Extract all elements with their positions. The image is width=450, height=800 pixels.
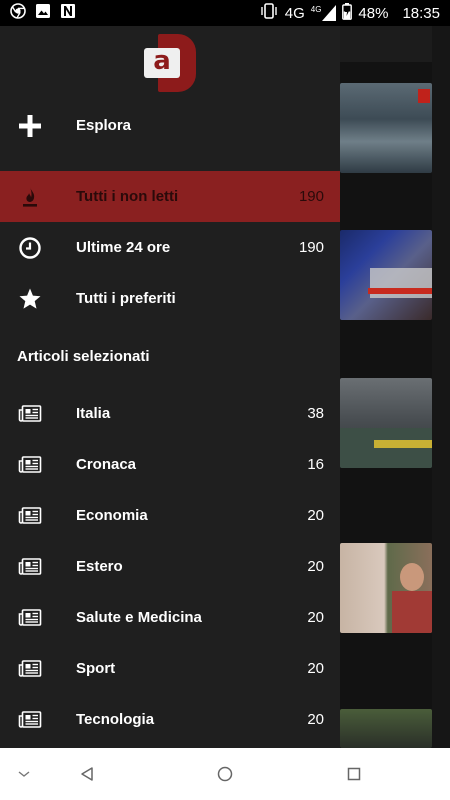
- battery-level: 48%: [358, 4, 389, 22]
- system-navigation-bar: [0, 748, 450, 800]
- category-item-cronaca[interactable]: Cronaca 16: [0, 439, 340, 490]
- app-logo-letter: a: [153, 46, 171, 76]
- thumbnail-shirt: [392, 591, 432, 633]
- unread-count: 190: [298, 188, 324, 205]
- category-label: Italia: [76, 405, 111, 422]
- explore-label: Esplora: [76, 117, 132, 134]
- status-bar-left: [10, 3, 76, 23]
- explore-item[interactable]: Esplora: [0, 100, 340, 151]
- article-thumbnail[interactable]: [340, 709, 432, 748]
- clock-time: 18:35: [402, 4, 440, 22]
- category-count: 20: [307, 507, 324, 524]
- clock-icon: [17, 235, 43, 261]
- category-item-salute-e-medicina[interactable]: Salute e Medicina 20: [0, 592, 340, 643]
- status-bar: 4G 4G 48% 18:35: [0, 0, 450, 26]
- newspaper-icon: [17, 656, 43, 682]
- category-item-italia[interactable]: Italia 38: [0, 388, 340, 439]
- nav-item-favorites[interactable]: Tutti i preferiti: [0, 273, 340, 324]
- section-title: Articoli selezionati: [17, 347, 150, 365]
- app-logo-front: a: [144, 48, 180, 78]
- category-item-economia[interactable]: Economia 20: [0, 490, 340, 541]
- newspaper-icon: [17, 401, 43, 427]
- nav-item-all-unread[interactable]: Tutti i non letti 190: [0, 171, 340, 222]
- home-button[interactable]: [213, 762, 237, 786]
- category-item-sport[interactable]: Sport 20: [0, 643, 340, 694]
- signal-icon: 4G: [311, 5, 337, 21]
- flame-icon: [17, 184, 43, 210]
- thumbnail-logo: [418, 89, 430, 103]
- nav-item-last-24-hours[interactable]: Ultime 24 ore 190: [0, 222, 340, 273]
- chrome-icon: [10, 3, 26, 23]
- background-edge: [432, 26, 450, 748]
- network-type: 4G: [284, 4, 305, 22]
- app-logo: a: [144, 34, 196, 92]
- newspaper-icon: [17, 707, 43, 733]
- category-list: Italia 38 Cronaca 16 Economia 20 Estero 20 Salut…: [0, 388, 340, 745]
- back-button[interactable]: [75, 762, 99, 786]
- category-count: 20: [307, 558, 324, 575]
- vibrate-icon: [259, 3, 279, 23]
- article-thumbnail[interactable]: [340, 83, 432, 173]
- newspaper-icon: [17, 554, 43, 580]
- thumbnail-car: [340, 428, 432, 468]
- chevron-down-icon[interactable]: [12, 762, 36, 786]
- star-icon: [17, 286, 43, 312]
- category-count: 20: [307, 609, 324, 626]
- news-app-icon: [60, 3, 76, 23]
- thumbnail-car-stripe: [374, 440, 432, 448]
- image-icon: [35, 3, 51, 23]
- drawer-header: a: [0, 26, 340, 100]
- thumbnail-stripe: [368, 288, 432, 294]
- plus-icon: [17, 113, 43, 139]
- category-label: Estero: [76, 558, 123, 575]
- category-label: Cronaca: [76, 456, 137, 473]
- category-label: Tecnologia: [76, 711, 155, 728]
- battery-icon: [342, 2, 353, 24]
- navigation-drawer: a Esplora Tutti i non letti 190 Ultime 2…: [0, 26, 340, 748]
- nav-item-label: Ultime 24 ore: [76, 239, 171, 256]
- category-count: 38: [307, 405, 324, 422]
- newspaper-icon: [17, 605, 43, 631]
- article-thumbnail[interactable]: [340, 543, 432, 633]
- category-item-estero[interactable]: Estero 20: [0, 541, 340, 592]
- drawer-spacer: [0, 151, 340, 171]
- app-screen: 4G 4G 48% 18:35 a Esplora Tutti i non le…: [0, 0, 450, 800]
- status-bar-right: 4G 4G 48% 18:35: [259, 2, 440, 24]
- category-count: 20: [307, 711, 324, 728]
- category-count: 20: [307, 660, 324, 677]
- unread-count: 190: [298, 239, 324, 256]
- thumbnail-face: [400, 563, 424, 591]
- article-thumbnail[interactable]: [340, 230, 432, 320]
- category-label: Salute e Medicina: [76, 609, 202, 626]
- network-type-small: 4G: [310, 5, 322, 14]
- category-count: 16: [307, 456, 324, 473]
- nav-item-label: Tutti i preferiti: [76, 290, 176, 307]
- newspaper-icon: [17, 452, 43, 478]
- newspaper-icon: [17, 503, 43, 529]
- article-thumbnail[interactable]: [340, 378, 432, 468]
- nav-item-label: Tutti i non letti: [76, 188, 179, 205]
- category-label: Economia: [76, 507, 148, 524]
- category-item-tecnologia[interactable]: Tecnologia 20: [0, 694, 340, 745]
- recents-button[interactable]: [342, 762, 366, 786]
- category-label: Sport: [76, 660, 116, 677]
